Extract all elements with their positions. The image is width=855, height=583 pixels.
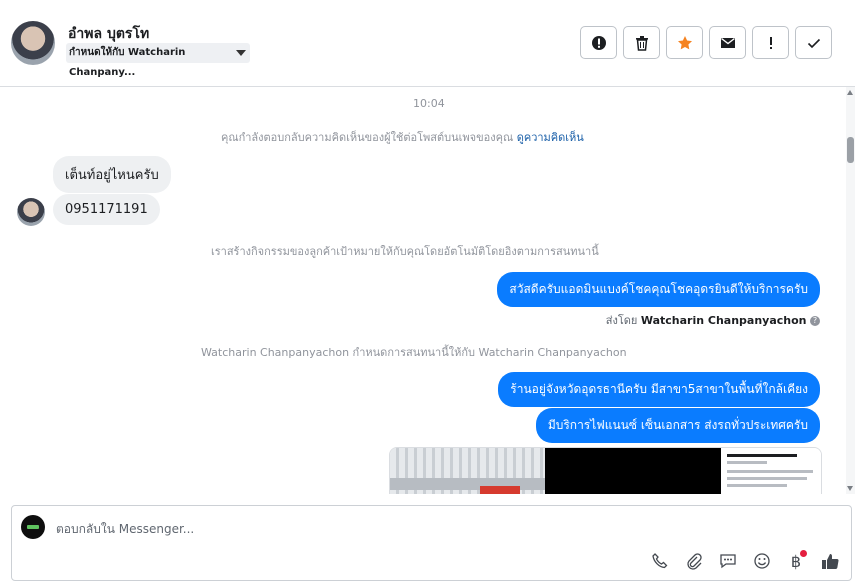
thread-scrollbar[interactable]	[846, 87, 855, 494]
scroll-down-icon[interactable]	[847, 486, 853, 491]
scroll-up-icon[interactable]	[847, 90, 853, 95]
phone-button[interactable]	[649, 550, 671, 572]
view-comment-link[interactable]: ดูความคิดเห็น	[517, 131, 584, 144]
envelope-icon	[720, 37, 735, 48]
page-avatar	[21, 515, 45, 539]
header-actions	[580, 26, 832, 59]
reply-input[interactable]: ตอบกลับใน Messenger...	[56, 520, 194, 539]
contact-avatar-small[interactable]	[17, 198, 45, 226]
delete-button[interactable]	[623, 26, 660, 59]
like-button[interactable]	[819, 550, 841, 572]
timestamp: 10:04	[413, 97, 445, 110]
assign-note: Watcharin Chanpanyachon กำหนดการสนทนานี้…	[201, 346, 627, 359]
preview-post-card	[721, 448, 821, 494]
attach-button[interactable]	[683, 550, 705, 572]
scroll-thumb[interactable]	[847, 137, 854, 163]
preview-image-detail	[480, 486, 520, 494]
sent-by-prefix: ส่งโดย	[605, 314, 638, 327]
phone-icon	[652, 553, 668, 569]
trash-icon	[635, 35, 648, 51]
outgoing-message: สวัสดีครับแอดมินแบงค์โชคคุณโชคอุดรยินดีใ…	[497, 272, 820, 307]
message-thread: 10:04 คุณกำลังตอบกลับความคิดเห็นของผู้ใช…	[0, 87, 846, 494]
sent-by-name[interactable]: Watcharin Chanpanyachon	[641, 314, 807, 327]
preview-video	[545, 448, 721, 494]
reply-context-text: คุณกำลังตอบกลับความคิดเห็นของผู้ใช้ต่อโพ…	[221, 131, 514, 144]
payment-button[interactable]: ฿	[785, 550, 807, 572]
exclamation-icon	[769, 36, 772, 49]
help-icon[interactable]: ?	[810, 316, 820, 326]
emoji-icon	[754, 553, 770, 569]
alert-circle-icon	[591, 35, 606, 50]
assign-dropdown[interactable]: กำหนดให้กับ Watcharin Chanpany...	[66, 43, 250, 78]
activity-note: เราสร้างกิจกรรมของลูกค้าเป้าหมายให้กับคุ…	[211, 245, 599, 258]
assign-label: กำหนดให้กับ Watcharin Chanpany...	[69, 47, 186, 78]
emoji-button[interactable]	[751, 550, 773, 572]
composer-tools: ฿	[649, 550, 841, 572]
contact-name[interactable]: อำพล บุตรโท	[68, 23, 149, 45]
preview-image	[390, 448, 545, 494]
outgoing-message: ร้านอยู่จังหวัดอุดรธานีครับ มีสาขา5สาขาใ…	[498, 372, 820, 407]
outgoing-message: มีบริการไฟแนนซ์ เซ็นเอกสาร ส่งรถทั่วประเ…	[535, 408, 820, 443]
star-icon	[677, 35, 692, 49]
done-button[interactable]	[795, 26, 832, 59]
important-button[interactable]	[752, 26, 789, 59]
sent-by-label: ส่งโดย Watcharin Chanpanyachon ?	[606, 311, 820, 329]
reply-composer[interactable]: ตอบกลับใน Messenger... ฿	[11, 505, 852, 581]
incoming-message: เต็นท์อยู่ไหนครับ	[53, 156, 171, 193]
saved-replies-icon	[720, 554, 736, 569]
thumbs-up-icon	[822, 554, 839, 570]
caret-down-icon	[236, 50, 246, 56]
spam-button[interactable]	[580, 26, 617, 59]
saved-replies-button[interactable]	[717, 550, 739, 572]
mark-unread-button[interactable]	[709, 26, 746, 59]
incoming-message: 0951171191	[53, 194, 160, 225]
shared-post-preview[interactable]	[389, 447, 822, 494]
contact-avatar[interactable]	[11, 21, 55, 65]
checkmark-icon	[807, 38, 820, 48]
notification-dot	[800, 550, 807, 557]
conversation-header: อำพล บุตรโท กำหนดให้กับ Watcharin Chanpa…	[0, 0, 855, 87]
reply-context-note: คุณกำลังตอบกลับความคิดเห็นของผู้ใช้ต่อโพ…	[221, 128, 584, 146]
paperclip-icon	[687, 553, 702, 570]
follow-up-button[interactable]	[666, 26, 703, 59]
